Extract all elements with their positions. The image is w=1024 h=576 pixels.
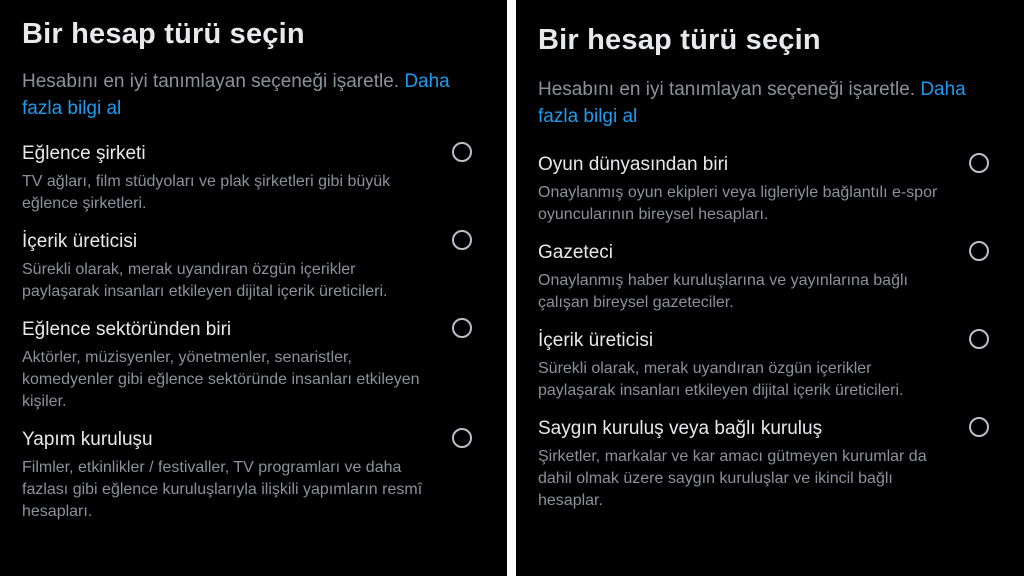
option-label: İçerik üreticisi	[22, 231, 138, 252]
subtitle: Hesabını en iyi tanımlayan seçeneği işar…	[538, 76, 998, 130]
option-label: Eğlence şirketi	[22, 143, 146, 164]
option-description: Sürekli olarak, merak uyandıran özgün iç…	[538, 360, 904, 399]
option-content-creator[interactable]: İçerik üreticisi Sürekli olarak, merak u…	[538, 329, 1002, 402]
account-type-options: Oyun dünyasından biri Onaylanmış oyun ek…	[538, 153, 1002, 512]
radio-button[interactable]	[969, 417, 989, 437]
radio-button[interactable]	[969, 241, 989, 261]
radio-button[interactable]	[452, 318, 472, 338]
radio-button[interactable]	[969, 329, 989, 349]
subtitle-text: Hesabını en iyi tanımlayan seçeneği işar…	[538, 79, 916, 100]
option-reputable-organization[interactable]: Saygın kuruluş veya bağlı kuruluş Şirket…	[538, 417, 1002, 512]
option-label: Saygın kuruluş veya bağlı kuruluş	[538, 418, 823, 439]
option-description: Filmler, etkinlikler / festivaller, TV p…	[22, 459, 423, 520]
radio-button[interactable]	[452, 230, 472, 250]
option-gaming-person[interactable]: Oyun dünyasından biri Onaylanmış oyun ek…	[538, 153, 1002, 226]
radio-button[interactable]	[452, 428, 472, 448]
radio-button[interactable]	[452, 142, 472, 162]
option-label: Eğlence sektöründen biri	[22, 319, 232, 340]
option-description: TV ağları, film stüdyoları ve plak şirke…	[22, 173, 391, 212]
page-title: Bir hesap türü seçin	[22, 18, 305, 50]
option-journalist[interactable]: Gazeteci Onaylanmış haber kuruluşlarına …	[538, 241, 1002, 314]
option-label: Yapım kuruluşu	[22, 429, 153, 450]
option-content-creator[interactable]: İçerik üreticisi Sürekli olarak, merak u…	[22, 230, 485, 303]
option-label: Oyun dünyasından biri	[538, 154, 729, 175]
account-type-panel-left: Bir hesap türü seçin Hesabını en iyi tan…	[0, 0, 507, 576]
option-entertainment-person[interactable]: Eğlence sektöründen biri Aktörler, müzis…	[22, 318, 485, 413]
page-title: Bir hesap türü seçin	[538, 24, 821, 56]
option-label: Gazeteci	[538, 242, 613, 263]
subtitle-text: Hesabını en iyi tanımlayan seçeneği işar…	[22, 71, 400, 92]
radio-button[interactable]	[969, 153, 989, 173]
option-description: Şirketler, markalar ve kar amacı gütmeye…	[538, 448, 927, 509]
subtitle: Hesabını en iyi tanımlayan seçeneği işar…	[22, 68, 482, 122]
option-label: İçerik üreticisi	[538, 330, 654, 351]
option-description: Sürekli olarak, merak uyandıran özgün iç…	[22, 261, 388, 300]
option-description: Onaylanmış haber kuruluşlarına ve yayınl…	[538, 272, 908, 311]
account-type-options: Eğlence şirketi TV ağları, film stüdyola…	[22, 142, 485, 523]
option-description: Onaylanmış oyun ekipleri veya ligleriyle…	[538, 184, 938, 223]
option-description: Aktörler, müzisyenler, yönetmenler, sena…	[22, 349, 420, 410]
option-production-company[interactable]: Yapım kuruluşu Filmler, etkinlikler / fe…	[22, 428, 485, 523]
option-entertainment-company[interactable]: Eğlence şirketi TV ağları, film stüdyola…	[22, 142, 485, 215]
account-type-panel-right: Bir hesap türü seçin Hesabını en iyi tan…	[516, 0, 1024, 576]
